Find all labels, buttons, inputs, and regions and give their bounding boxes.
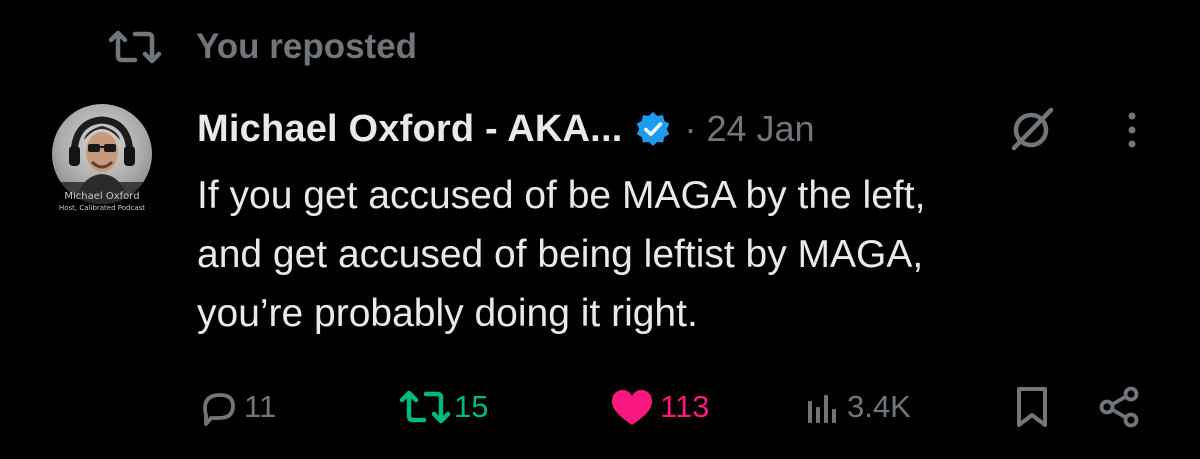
reply-count: 11 <box>244 389 277 424</box>
share-button[interactable] <box>1098 382 1142 432</box>
post-header: Michael Oxford - AKA... · 24 Jan <box>197 104 1157 154</box>
verified-badge-icon[interactable] <box>634 110 672 148</box>
repost-label: You reposted <box>196 27 418 66</box>
grok-icon[interactable] <box>1007 106 1057 152</box>
bookmark-icon <box>1014 385 1050 429</box>
action-bar: 11 15 113 3.4K <box>0 382 1200 432</box>
repost-context: You reposted <box>108 22 417 72</box>
bar-chart-icon <box>805 387 845 427</box>
author-name[interactable]: Michael Oxford - AKA... <box>197 108 622 151</box>
avatar-caption: Michael Oxford Host, Calibrated Podcast <box>48 192 156 212</box>
heart-icon <box>608 387 658 427</box>
share-icon <box>1098 385 1142 429</box>
post-date[interactable]: 24 Jan <box>706 108 814 150</box>
comment-icon <box>198 387 242 427</box>
post-text-line: If you get accused of be MAGA by the lef… <box>197 174 926 217</box>
reply-button[interactable]: 11 <box>198 382 276 432</box>
like-button[interactable]: 113 <box>608 382 709 432</box>
bookmark-button[interactable] <box>1014 382 1050 432</box>
more-options-icon[interactable] <box>1122 108 1142 152</box>
separator-dot: · <box>684 108 697 149</box>
avatar-caption-subtitle: Host, Calibrated Podcast <box>58 204 145 212</box>
post-text-line: you’re probably doing it right. <box>197 292 698 335</box>
like-count: 113 <box>660 389 710 424</box>
views-count: 3.4K <box>847 389 911 424</box>
repost-count: 15 <box>454 389 489 424</box>
avatar-caption-name: Michael Oxford <box>64 191 140 202</box>
repost-icon <box>108 29 162 65</box>
post-text-line: and get accused of being leftist by MAGA… <box>197 233 924 276</box>
repost-icon <box>398 387 452 427</box>
avatar[interactable]: Michael Oxford Host, Calibrated Podcast <box>52 104 152 230</box>
repost-button[interactable]: 15 <box>398 382 488 432</box>
views-button[interactable]: 3.4K <box>805 382 911 432</box>
avatar-image <box>52 104 152 204</box>
post-card[interactable]: You reposted Michael Oxford Host, Calibr… <box>0 0 1200 459</box>
post-text: If you get accused of be MAGA by the lef… <box>197 166 1157 343</box>
